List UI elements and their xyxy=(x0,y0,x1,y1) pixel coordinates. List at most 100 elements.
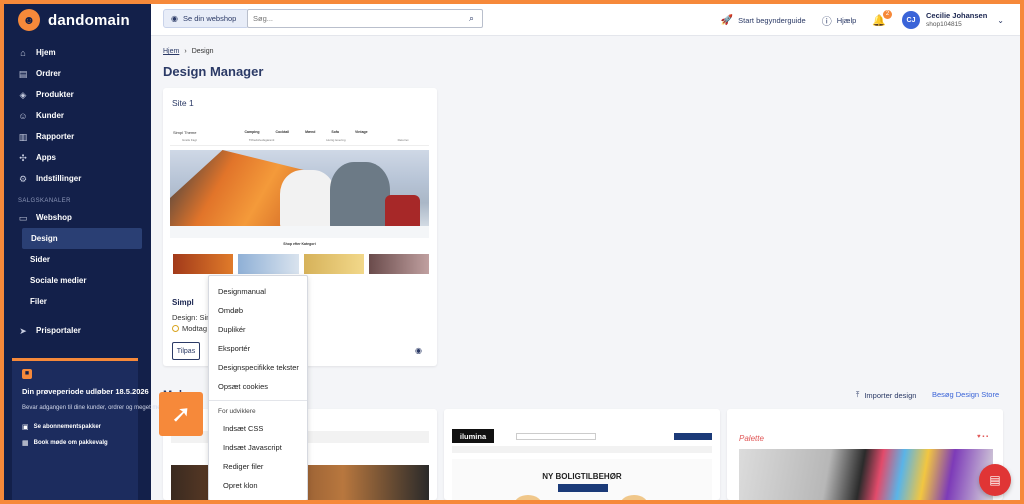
sidebar-item-ordrer[interactable]: ▤ Ordrer xyxy=(4,63,151,84)
menu-item-cookies[interactable]: Opsæt cookies xyxy=(209,377,307,396)
hero-person xyxy=(330,162,390,232)
theme-preview-art xyxy=(739,449,993,500)
sidebar-item-produkter[interactable]: ◈ Produkter xyxy=(4,84,151,105)
theme-preview-cta xyxy=(558,484,608,492)
site-label: Site 1 xyxy=(172,98,194,108)
palette-logo: Palette xyxy=(739,434,764,443)
search-input[interactable] xyxy=(253,14,463,23)
tag-icon: ◈ xyxy=(19,89,27,100)
preview-theme-name: Simpl Theme xyxy=(173,129,197,135)
sidebar-item-label: Prisportaler xyxy=(36,326,81,335)
menu-item-insert-javascript[interactable]: Indsæt Javascript xyxy=(209,438,307,457)
reports-icon: ▥ xyxy=(18,131,28,142)
preview-usp: Gratis fragt xyxy=(182,138,197,142)
notifications-button[interactable]: 🔔 2 xyxy=(872,9,893,27)
status-badge: Modtag xyxy=(172,324,207,333)
menu-item-export[interactable]: Eksportér xyxy=(209,339,307,358)
sidebar-item-rapporter[interactable]: ▥ Rapporter xyxy=(4,126,151,147)
book-meeting-link[interactable]: ▦ Book møde om pakkevalg xyxy=(22,439,128,447)
sidebar-subitem-filer[interactable]: Filer xyxy=(4,291,151,312)
menu-item-rename[interactable]: Omdøb xyxy=(209,301,307,320)
topbar: ◉ Se din webshop ⌕ 🚀 Start begynderguide… xyxy=(151,4,1020,36)
menu-item-design-texts[interactable]: Designspecifikke tekster xyxy=(209,358,307,377)
theme-card-ilumina[interactable]: ilumina NY BOLIGTILBEHØR xyxy=(444,409,720,500)
preview-menu-item: Mænd xyxy=(305,130,316,134)
design-line: Design: Sim xyxy=(172,313,213,322)
sidebar-item-label: Rapporter xyxy=(36,132,75,141)
cursor-arrow-icon: ➚ xyxy=(159,392,203,436)
upload-icon: ⤒ xyxy=(856,390,860,399)
notification-count-badge: 2 xyxy=(883,9,893,19)
help-button[interactable]: ⓘ Hjælp xyxy=(822,13,857,28)
sidebar-subitem-sider[interactable]: Sider xyxy=(4,249,151,270)
heart-icon: ♥ ▪ ▪ xyxy=(977,434,989,440)
sidebar-item-label: Kunder xyxy=(36,111,64,120)
ilumina-logo: ilumina xyxy=(452,429,494,443)
breadcrumb-separator: › xyxy=(184,48,187,55)
menu-item-insert-css[interactable]: Indsæt CSS xyxy=(209,419,307,438)
user-shop-id: shop104815 xyxy=(926,21,962,28)
design-store-link[interactable]: Besøg Design Store xyxy=(932,390,999,399)
calendar-icon: ▦ xyxy=(22,440,29,447)
design-name: Simpl xyxy=(172,298,194,307)
sidebar-subitem-sociale-medier[interactable]: Sociale medier xyxy=(4,270,151,291)
chevron-down-icon: ⌄ xyxy=(997,15,1004,25)
customize-button[interactable]: Tilpas xyxy=(172,342,200,360)
preview-menu-item: Sofa xyxy=(331,130,340,134)
breadcrumb-home-link[interactable]: Hjem xyxy=(163,48,179,55)
gear-icon: ⚙ xyxy=(18,173,28,184)
sidebar-item-apps[interactable]: ✣ Apps xyxy=(4,147,151,168)
menu-item-designmanual[interactable]: Designmanual xyxy=(209,282,307,301)
menu-item-edit-files[interactable]: Rediger filer xyxy=(209,457,307,476)
hero-person xyxy=(280,170,335,230)
sidebar-item-indstillinger[interactable]: ⚙ Indstillinger xyxy=(4,168,151,189)
logo[interactable]: ☻ dandomain xyxy=(4,4,151,32)
preview-usp-bar: Gratis fragt Tilfredshedsgaranti Hurtig … xyxy=(170,138,429,146)
brand-name: dandomain xyxy=(48,11,130,29)
menu-group-developers: For udviklere xyxy=(218,408,256,415)
menu-item-create-clone[interactable]: Opret klon xyxy=(209,476,307,495)
help-label: Hjælp xyxy=(836,15,857,25)
breadcrumb: Hjem › Design xyxy=(163,48,213,55)
lock-icon: ■ xyxy=(22,369,32,379)
rocket-icon: 🚀 xyxy=(720,14,734,26)
menu-item-duplicate[interactable]: Duplikér xyxy=(209,320,307,339)
design-context-menu: Designmanual Omdøb Duplikér Eksportér De… xyxy=(208,275,308,500)
see-webshop-button[interactable]: ◉ Se din webshop xyxy=(163,9,249,28)
sidebar-item-prisportaler[interactable]: ➤ Prisportaler xyxy=(4,320,151,341)
preview-usp: Hurtig levering xyxy=(326,138,346,142)
trial-panel: ■ Din prøveperiode udløber 18.5.2026 Bev… xyxy=(12,358,168,500)
sidebar-item-kunder[interactable]: ☺ Kunder xyxy=(4,105,151,126)
page-title: Design Manager xyxy=(163,64,264,79)
sidebar-item-label: Indstillinger xyxy=(36,174,82,183)
webshop-icon: ▭ xyxy=(18,212,28,223)
sidebar-item-webshop[interactable]: ▭ Webshop xyxy=(4,207,151,228)
sidebar-subitem-design[interactable]: Design xyxy=(22,228,142,249)
chat-button[interactable]: ▤ xyxy=(979,464,1011,496)
status-text: Modtag xyxy=(182,324,208,333)
subscription-packages-link[interactable]: ▣ Se abonnementspakker xyxy=(22,423,128,431)
theme-preview-headline: NY BOLIGTILBEHØR xyxy=(542,472,622,481)
preview-usp: Tilfredshedsgaranti xyxy=(248,138,275,142)
main-nav: ⌂ Hjem ▤ Ordrer ◈ Produkter ☺ Kunder ▥ Rappor… xyxy=(4,42,151,341)
sidebar-item-label: Ordrer xyxy=(36,69,61,78)
sidebar-item-label: Produkter xyxy=(36,90,74,99)
user-menu[interactable]: CJ Cecilie Johansen shop104815 ⌄ xyxy=(902,11,1004,29)
theme-card-palette[interactable]: Palette ♥ ▪ ▪ xyxy=(727,409,1003,500)
see-webshop-label: Se din webshop xyxy=(182,14,237,23)
import-design-button[interactable]: ⤒ Importer design xyxy=(856,390,916,400)
home-icon: ⌂ xyxy=(20,47,26,58)
theme-preview[interactable]: Simpl Theme Camping Cocktail Mænd Sofa V… xyxy=(170,126,429,290)
menu-divider xyxy=(209,400,307,401)
user-info: Cecilie Johansen shop104815 xyxy=(926,11,987,29)
theme-preview-button xyxy=(674,433,712,440)
start-guide-button[interactable]: 🚀 Start begynderguide xyxy=(721,15,806,26)
start-guide-label: Start begynderguide xyxy=(738,15,806,25)
preview-eye-icon[interactable]: ◉ xyxy=(415,346,422,355)
customers-icon: ☺ xyxy=(18,110,28,121)
search-icon[interactable]: ⌕ xyxy=(469,13,474,24)
preview-usp: Returret xyxy=(397,138,409,142)
section-label-salgskanaler: SALGSKANALER xyxy=(18,198,71,204)
sidebar-item-hjem[interactable]: ⌂ Hjem xyxy=(4,42,151,63)
apps-icon: ✣ xyxy=(19,152,27,163)
